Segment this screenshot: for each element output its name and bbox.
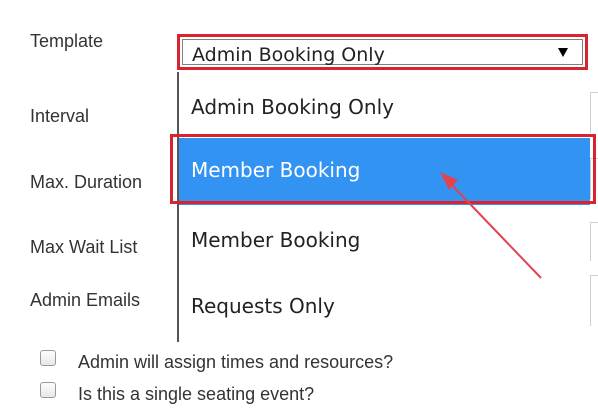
template-label: Template [30,31,104,51]
single-seating-label: Is this a single seating event? [78,384,315,404]
max-wait-list-field-edge[interactable] [590,222,598,261]
max-duration-label: Max. Duration [30,172,143,192]
template-select-field[interactable]: Admin Booking Only [182,39,583,66]
dropdown-option-admin-booking-only[interactable]: Admin Booking Only [179,76,590,138]
interval-field-edge[interactable] [590,92,598,133]
assign-times-label: Admin will assign times and resources? [78,352,394,372]
max-wait-list-label: Max Wait List [30,237,138,257]
dropdown-option-member-booking[interactable]: Member Booking [179,209,590,271]
single-seating-checkbox[interactable] [40,382,56,398]
admin-emails-label: Admin Emails [30,290,141,310]
dropdown-option-requests-only[interactable]: Requests Only [179,275,590,337]
triangle-down-icon[interactable] [558,48,568,57]
interval-label: Interval [30,106,90,126]
dropdown-option-label: Requests Only [191,294,335,318]
template-dropdown-list: Admin Booking Only Member Booking Member… [177,72,590,342]
dropdown-option-label: Admin Booking Only [191,95,394,119]
dropdown-option-label: Member Booking [191,228,361,252]
assign-times-checkbox[interactable] [40,350,56,366]
template-select[interactable]: Admin Booking Only [177,34,588,70]
admin-emails-field-edge[interactable] [590,275,598,326]
template-select-value: Admin Booking Only [192,44,385,66]
max-duration-field-edge[interactable] [590,158,598,199]
dropdown-option-label: Member Booking [191,158,361,182]
dropdown-option-member-booking-highlighted[interactable]: Member Booking [179,138,590,205]
